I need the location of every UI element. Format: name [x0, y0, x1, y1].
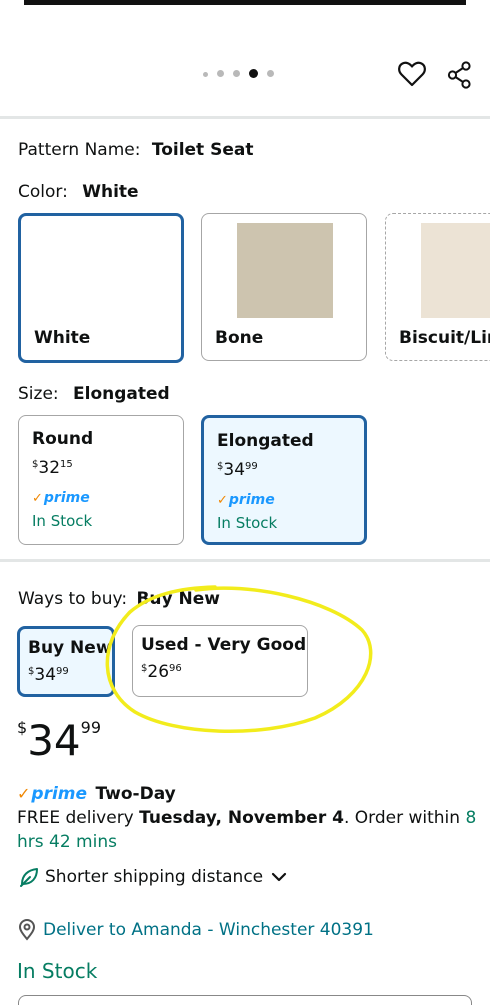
carousel-dot[interactable] [203, 71, 208, 77]
color-swatch-bone[interactable]: Bone [201, 213, 367, 361]
size-value: Elongated [73, 384, 170, 404]
swatch-color-chip [421, 223, 490, 318]
heart-icon[interactable] [398, 61, 426, 91]
swatch-label: Biscuit/Lir [399, 328, 490, 348]
share-icon[interactable] [447, 61, 473, 93]
buy-option-label: Used - Very Good [141, 635, 307, 655]
size-option-round[interactable]: Round $3215 ✓ prime In Stock [18, 415, 184, 545]
prime-badge: ✓ prime [32, 490, 90, 506]
prime-badge: ✓ prime [217, 492, 275, 508]
color-row: Color: White [18, 182, 139, 202]
leaf-icon [20, 868, 38, 887]
buy-option-price: $2696 [141, 662, 182, 682]
color-value: White [82, 182, 139, 202]
carousel-dots [203, 69, 274, 78]
deliver-to-label: Deliver to Amanda - Winchester 40391 [43, 920, 374, 940]
pattern-label: Pattern Name: [18, 140, 141, 160]
carousel-dot-active[interactable] [249, 69, 258, 78]
pattern-name-row: Pattern Name: Toilet Seat [18, 140, 253, 160]
stock-status: In Stock [32, 512, 93, 530]
product-image-bottom-edge [24, 0, 466, 5]
prime-check-icon: ✓ [32, 490, 43, 506]
delivery-date: Tuesday, November 4 [139, 808, 344, 828]
swatch-color-chip [237, 223, 333, 318]
section-divider [0, 116, 490, 119]
size-option-price: $3499 [217, 460, 258, 480]
ways-to-buy-label: Ways to buy: [18, 589, 128, 609]
prime-delivery-line: ✓ prime Two-Day [17, 782, 477, 806]
prime-check-icon: ✓ [17, 784, 31, 803]
buy-option-used-very-good[interactable]: Used - Very Good $2696 [132, 625, 308, 697]
color-swatch-biscuit[interactable]: Biscuit/Lir [385, 213, 490, 361]
delivery-speed: Two-Day [95, 784, 176, 804]
pattern-value: Toilet Seat [151, 140, 254, 160]
shorter-shipping-label: Shorter shipping distance [45, 867, 264, 887]
size-option-elongated[interactable]: Elongated $3499 ✓ prime In Stock [201, 415, 367, 545]
quantity-selector-top-edge[interactable] [18, 995, 472, 1005]
prime-badge: ✓ prime [17, 784, 88, 804]
ways-to-buy-row: Ways to buy: Buy New [18, 589, 220, 609]
size-option-price: $3215 [32, 458, 73, 478]
deliver-to-link[interactable]: Deliver to Amanda - Winchester 40391 [18, 919, 374, 941]
color-swatch-white[interactable]: White [18, 213, 184, 363]
delivery-message: FREE delivery Tuesday, November 4. Order… [17, 808, 477, 852]
stock-status-main: In Stock [17, 959, 98, 983]
main-price: $3499 [17, 716, 101, 765]
carousel-dot[interactable] [233, 70, 240, 77]
size-label: Size: [18, 384, 59, 404]
size-option-label: Round [32, 429, 94, 449]
location-pin-icon [18, 919, 36, 941]
carousel-dot[interactable] [217, 70, 224, 77]
shorter-shipping-toggle[interactable]: Shorter shipping distance [18, 866, 287, 888]
delivery-info: ✓ prime Two-Day FREE delivery Tuesday, No… [17, 782, 477, 854]
color-label: Color: [18, 182, 68, 202]
section-divider [0, 559, 490, 562]
buy-option-new[interactable]: Buy New $3499 [17, 626, 115, 697]
swatch-label: White [34, 328, 91, 348]
buy-option-label: Buy New [28, 638, 112, 658]
ways-to-buy-value: Buy New [136, 589, 220, 609]
chevron-down-icon [272, 872, 287, 882]
size-option-label: Elongated [217, 431, 314, 451]
prime-check-icon: ✓ [217, 492, 228, 508]
swatch-label: Bone [215, 328, 264, 348]
carousel-dot[interactable] [267, 70, 274, 77]
buy-option-price: $3499 [28, 665, 69, 685]
stock-status: In Stock [217, 514, 278, 532]
size-row: Size: Elongated [18, 384, 170, 404]
